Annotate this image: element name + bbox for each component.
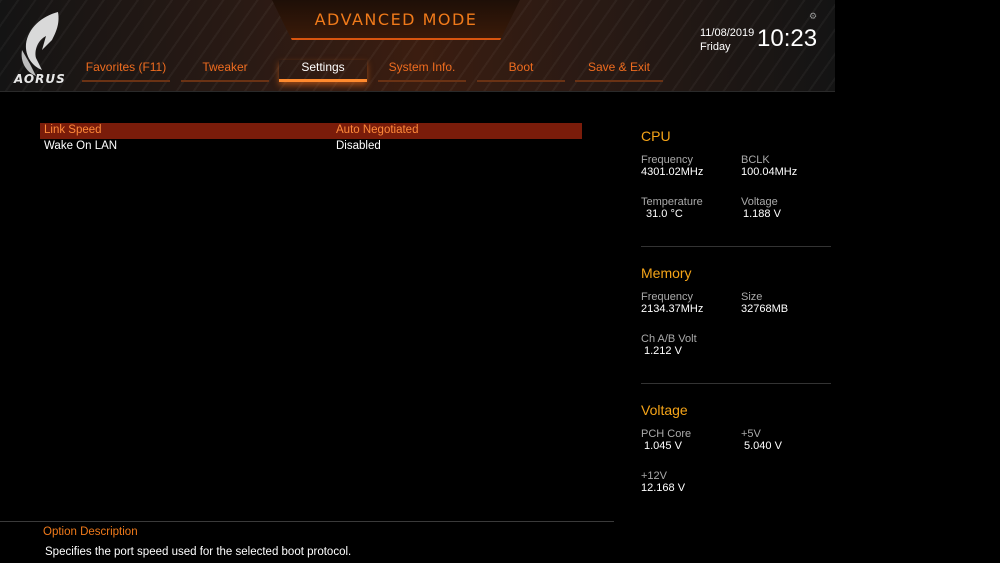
setting-label: Link Speed xyxy=(44,124,102,136)
cpu-temperature-label: Temperature xyxy=(641,196,703,208)
cpu-frequency-label: Frequency xyxy=(641,154,693,166)
date-text: 11/08/2019 xyxy=(700,27,755,39)
cpu-temperature-value: 31.0 °C xyxy=(646,208,683,220)
memory-size-label: Size xyxy=(741,291,763,303)
memory-size-value: 32768MB xyxy=(741,303,789,315)
setting-row-link-speed[interactable]: Link Speed Auto Negotiated xyxy=(40,123,582,139)
cpu-voltage-label: Voltage xyxy=(741,196,778,208)
pch-core-label: PCH Core xyxy=(641,428,692,440)
memory-chvolt-value: 1.212 V xyxy=(644,345,682,357)
tab-favorites[interactable]: Favorites (F11) xyxy=(82,60,170,82)
option-description-title: Option Description xyxy=(43,526,138,538)
cpu-voltage-value: 1.188 V xyxy=(743,208,781,220)
date-display: 11/08/2019 Friday xyxy=(700,26,754,54)
setting-row-wake-on-lan[interactable]: Wake On LAN Disabled xyxy=(40,139,582,155)
tab-label: Tweaker xyxy=(202,60,248,74)
header-bar: AORUS ADVANCED MODE Favorites (F11) Twea… xyxy=(0,0,1000,92)
tab-label: Settings xyxy=(301,60,345,74)
v5-label: +5V xyxy=(741,428,761,440)
gear-icon[interactable]: ⚙ xyxy=(809,12,817,22)
tab-label: Save & Exit xyxy=(587,60,651,74)
memory-section-title: Memory xyxy=(641,265,692,281)
mode-title: ADVANCED MODE xyxy=(314,10,478,29)
tab-label: System Info. xyxy=(388,60,456,74)
section-divider xyxy=(641,383,831,384)
pch-core-value: 1.045 V xyxy=(644,440,682,452)
tab-tweaker[interactable]: Tweaker xyxy=(181,60,269,82)
voltage-section-title: Voltage xyxy=(641,402,688,418)
memory-chvolt-label: Ch A/B Volt xyxy=(641,333,697,345)
tab-system-info[interactable]: System Info. xyxy=(378,60,466,82)
aorus-logo-text: AORUS xyxy=(14,72,66,86)
section-divider xyxy=(641,246,831,247)
tab-boot[interactable]: Boot xyxy=(477,60,565,82)
memory-frequency-value: 2134.37MHz xyxy=(641,303,704,315)
tab-settings[interactable]: Settings xyxy=(279,60,367,82)
setting-value[interactable]: Disabled xyxy=(336,140,381,152)
cpu-frequency-value: 4301.02MHz xyxy=(641,166,704,178)
setting-label: Wake On LAN xyxy=(44,140,118,152)
v12-label: +12V xyxy=(641,470,667,482)
tab-label: Boot xyxy=(508,60,534,74)
setting-value[interactable]: Auto Negotiated xyxy=(336,124,418,136)
time-display: 10:23 xyxy=(757,25,818,52)
cpu-bclk-value: 100.04MHz xyxy=(741,166,798,178)
settings-list: Link Speed Auto Negotiated Wake On LAN D… xyxy=(40,123,582,155)
v5-value: 5.040 V xyxy=(744,440,782,452)
day-text: Friday xyxy=(700,41,731,53)
cpu-bclk-label: BCLK xyxy=(741,154,770,166)
option-description-text: Specifies the port speed used for the se… xyxy=(45,546,352,558)
tab-save-exit[interactable]: Save & Exit xyxy=(575,60,663,82)
tab-label: Favorites (F11) xyxy=(85,60,167,74)
footer-divider xyxy=(0,521,614,522)
v12-value: 12.168 V xyxy=(641,482,686,494)
memory-frequency-label: Frequency xyxy=(641,291,693,303)
cpu-section-title: CPU xyxy=(641,128,671,144)
